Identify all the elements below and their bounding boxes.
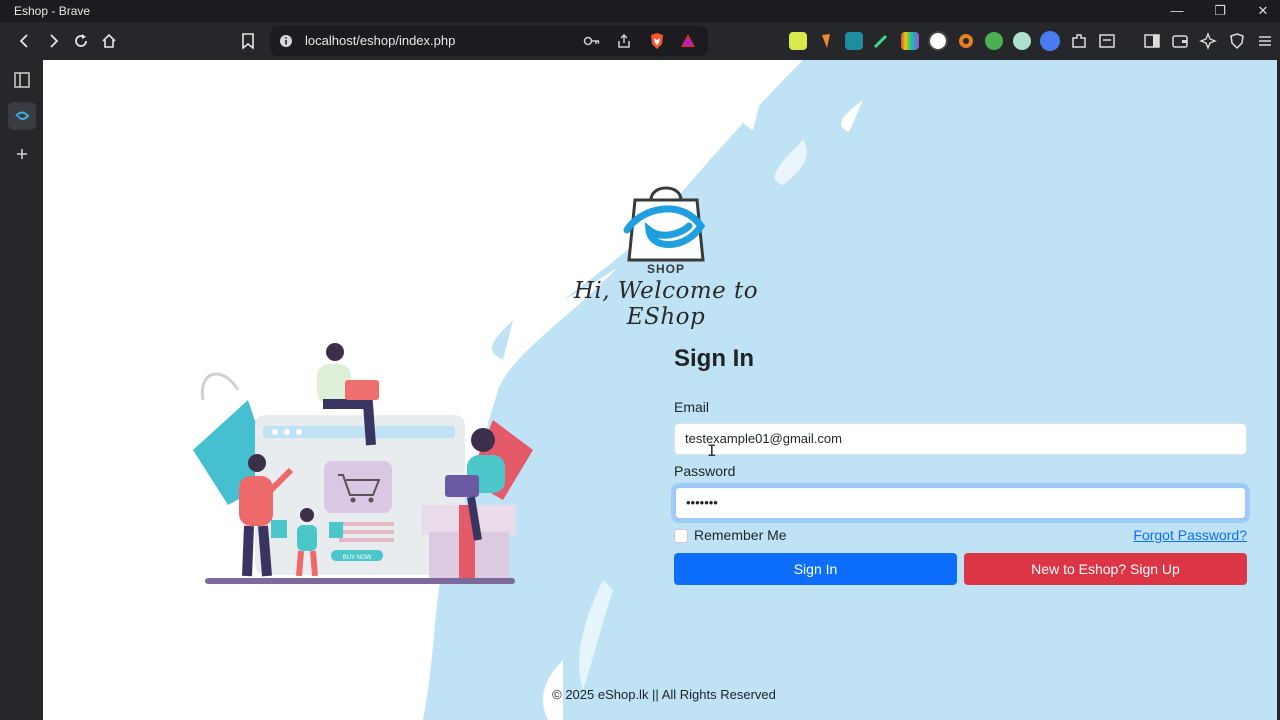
key-icon[interactable] xyxy=(583,34,601,48)
page-viewport: SHOP Hi, Welcome to EShop BUY NOW Sign I… xyxy=(43,60,1277,720)
extension-6-icon[interactable] xyxy=(928,31,948,51)
signin-title: Sign In xyxy=(674,345,754,372)
extension-5-icon[interactable] xyxy=(901,32,919,50)
eshop-logo: SHOP xyxy=(623,186,706,276)
forgot-password-link[interactable]: Forgot Password? xyxy=(1133,527,1247,543)
sidebar-site-eshop-icon[interactable] xyxy=(8,102,36,130)
email-label: Email xyxy=(674,399,710,415)
wallet-icon[interactable] xyxy=(1171,32,1189,50)
logo-text: SHOP xyxy=(647,262,685,276)
leo-ai-icon[interactable] xyxy=(1199,32,1217,50)
extension-8-icon[interactable] xyxy=(985,32,1003,50)
text-cursor-icon: I xyxy=(707,441,717,460)
reload-icon[interactable] xyxy=(69,29,93,53)
url-text: localhost/eshop/index.php xyxy=(305,33,456,48)
bookmark-icon[interactable] xyxy=(236,29,260,53)
remember-me-label: Remember Me xyxy=(694,527,787,543)
sidebar-panel-icon[interactable] xyxy=(8,66,36,94)
back-icon[interactable] xyxy=(13,29,37,53)
extension-1-icon[interactable] xyxy=(789,32,807,50)
extension-10-icon[interactable] xyxy=(1040,31,1060,51)
remember-me-checkbox[interactable] xyxy=(674,529,688,543)
sidebar-toggle-icon[interactable] xyxy=(1143,32,1161,50)
page-footer: © 2025 eShop.lk || All Rights Reserved xyxy=(552,687,776,702)
buy-now-text: BUY NOW xyxy=(343,555,372,561)
browser-toolbar: localhost/eshop/index.php xyxy=(0,22,1280,60)
password-label: Password xyxy=(674,463,736,479)
signin-button[interactable]: Sign In xyxy=(674,553,957,585)
reader-mode-icon[interactable] xyxy=(1098,32,1116,50)
welcome-heading: Hi, Welcome to EShop xyxy=(573,278,759,330)
vpn-shield-icon[interactable] xyxy=(1228,32,1246,50)
share-icon[interactable] xyxy=(616,33,632,49)
shopping-illustration: BUY NOW xyxy=(193,343,533,584)
extension-4-icon[interactable] xyxy=(872,32,890,50)
password-field[interactable]: ••••••• xyxy=(674,486,1247,520)
signin-form: Sign In Email testexample01@gmail.com Pa… xyxy=(674,345,1247,585)
extensions-puzzle-icon[interactable] xyxy=(1070,32,1088,50)
sidebar-add-icon[interactable] xyxy=(8,140,36,168)
minimize-icon[interactable]: — xyxy=(1157,0,1197,22)
signup-button[interactable]: New to Eshop? Sign Up xyxy=(964,553,1247,585)
browser-sidebar xyxy=(0,60,43,720)
brave-shields-icon[interactable] xyxy=(649,32,665,50)
window-title: Eshop - Brave xyxy=(14,4,91,18)
extension-2-icon[interactable] xyxy=(818,32,836,50)
site-info-icon[interactable] xyxy=(279,34,293,48)
window-titlebar: Eshop - Brave — ❐ ✕ xyxy=(0,0,1280,22)
extension-3-icon[interactable] xyxy=(845,32,863,50)
brave-rewards-icon[interactable] xyxy=(680,33,696,49)
menu-icon[interactable] xyxy=(1256,32,1274,50)
email-field[interactable]: testexample01@gmail.com xyxy=(674,423,1247,455)
extension-7-icon[interactable] xyxy=(957,32,975,50)
extension-9-icon[interactable] xyxy=(1013,32,1031,50)
restore-icon[interactable]: ❐ xyxy=(1200,0,1240,22)
home-icon[interactable] xyxy=(97,29,121,53)
address-bar[interactable]: localhost/eshop/index.php xyxy=(270,26,708,56)
close-icon[interactable]: ✕ xyxy=(1243,0,1280,22)
forward-icon[interactable] xyxy=(41,29,65,53)
